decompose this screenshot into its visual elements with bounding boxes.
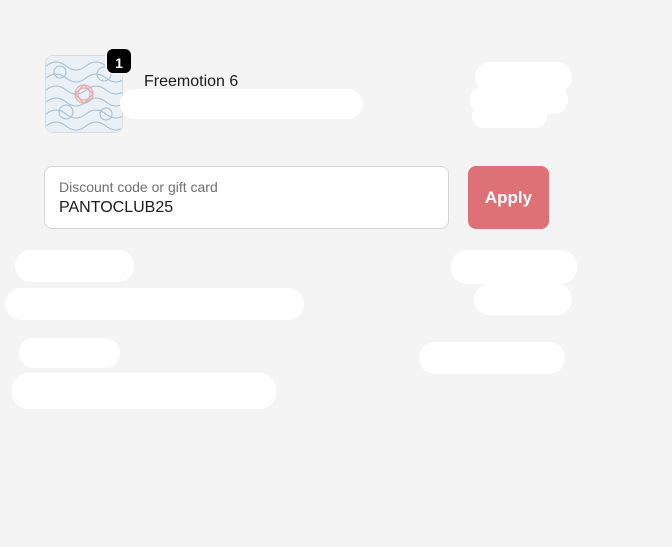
redacted-block <box>451 250 577 284</box>
redacted-block <box>19 338 120 368</box>
discount-code-label: Discount code or gift card <box>59 179 218 195</box>
redacted-block <box>12 373 276 409</box>
redacted-block <box>474 284 572 315</box>
redacted-block <box>419 342 565 374</box>
discount-code-field[interactable]: Discount code or gift card <box>44 166 449 229</box>
redacted-block <box>472 104 547 128</box>
redacted-block <box>15 250 134 282</box>
quantity-badge: 1 <box>105 47 133 75</box>
apply-button[interactable]: Apply <box>468 166 549 229</box>
discount-code-input[interactable] <box>59 199 429 217</box>
redacted-block <box>120 89 363 119</box>
redacted-block <box>5 288 304 320</box>
